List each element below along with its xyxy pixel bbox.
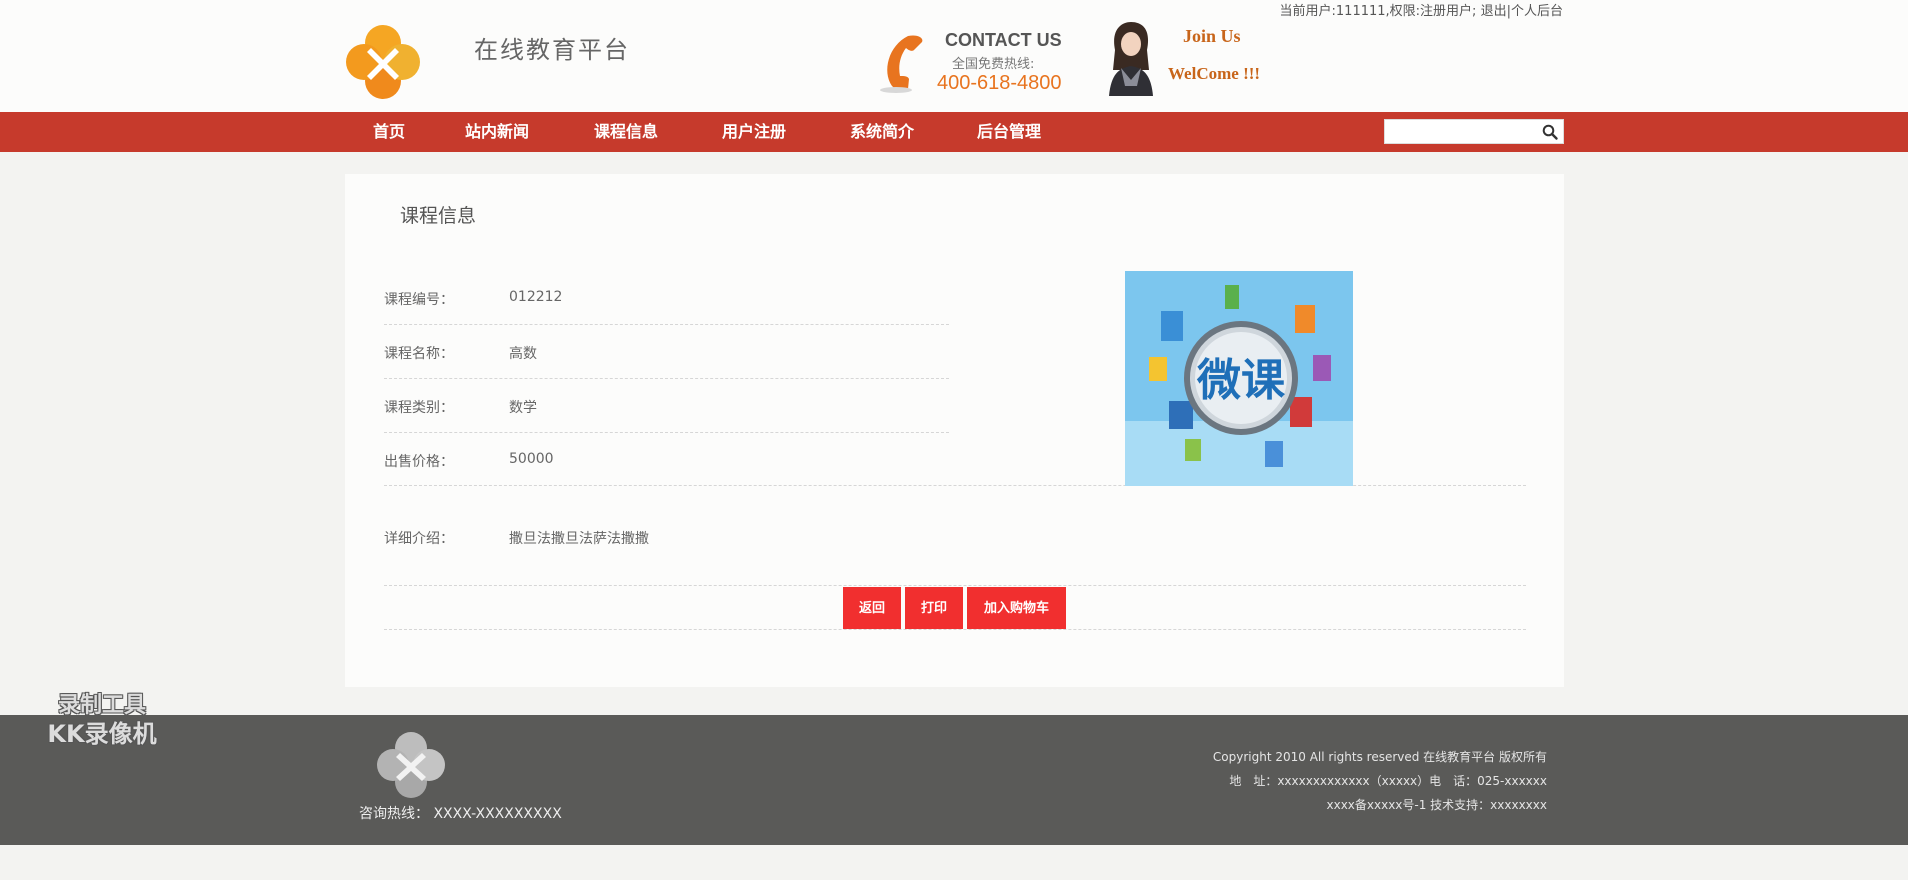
- divider: [384, 378, 949, 379]
- description-value: 撒旦法撒旦法萨法撒撒: [509, 531, 649, 547]
- search-input[interactable]: [1385, 120, 1533, 143]
- main-nav: 首页 站内新闻 课程信息 用户注册 系统简介 后台管理: [0, 112, 1908, 152]
- contact-phone: 400-618-4800: [937, 72, 1062, 94]
- course-image: 微课: [1125, 271, 1353, 486]
- address-text: 地 址：xxxxxxxxxxxxx（xxxxx）电 话：025-xxxxxx: [1229, 774, 1547, 788]
- contact-subtitle: 全国免费热线:: [952, 57, 1035, 72]
- nav-item-courses[interactable]: 课程信息: [594, 112, 658, 152]
- site-footer: 咨询热线： XXXX-XXXXXXXXX Copyright 2010 All …: [0, 715, 1908, 845]
- price-value: 50000: [509, 451, 554, 467]
- course-category-label: 课程类别：: [384, 400, 454, 416]
- footer-logo: [377, 732, 445, 798]
- description-label: 详细介绍：: [384, 531, 454, 547]
- contact-title: CONTACT US: [945, 30, 1062, 50]
- contact-avatar: [1109, 22, 1153, 96]
- nav-item-admin[interactable]: 后台管理: [977, 112, 1041, 152]
- logout-link[interactable]: 退出: [1481, 4, 1507, 19]
- join-us-text: Join Us: [1183, 26, 1241, 46]
- hotline-label: 咨询热线：: [359, 806, 429, 822]
- course-detail-panel: 课程信息 课程编号： 012212 课程名称： 高数 课程类别： 数学 出售价格…: [345, 174, 1564, 687]
- nav-item-register[interactable]: 用户注册: [722, 112, 786, 152]
- nav-item-home[interactable]: 首页: [373, 112, 405, 152]
- hotline: 咨询热线： XXXX-XXXXXXXXX: [359, 803, 562, 823]
- print-button[interactable]: 打印: [905, 587, 963, 629]
- course-id-value: 012212: [509, 289, 563, 305]
- divider: [384, 629, 1526, 630]
- course-name-label: 课程名称：: [384, 346, 454, 362]
- divider: [384, 585, 1526, 586]
- add-to-cart-button[interactable]: 加入购物车: [967, 587, 1066, 629]
- recorder-watermark: 录制工具 KK录像机: [32, 692, 172, 748]
- price-label: 出售价格：: [384, 454, 454, 470]
- current-user-text: 当前用户:111111,权限:注册用户;: [1279, 4, 1477, 19]
- phone-icon: [880, 35, 923, 93]
- nav-item-about[interactable]: 系统简介: [850, 112, 914, 152]
- user-status-bar: 当前用户:111111,权限:注册用户; 退出|个人后台: [1280, 0, 1563, 19]
- search-icon[interactable]: [1541, 123, 1559, 141]
- course-image-text: 微课: [1196, 355, 1286, 406]
- hotline-value: XXXX-XXXXXXXXX: [433, 806, 562, 822]
- divider: [384, 432, 949, 433]
- divider: [384, 324, 949, 325]
- site-header: 当前用户:111111,权限:注册用户; 退出|个人后台 在线教育平台 CONT…: [0, 0, 1908, 112]
- course-category-value: 数学: [509, 400, 537, 416]
- welcome-text: WelCome !!!: [1168, 64, 1261, 83]
- site-title: 在线教育平台: [474, 36, 630, 64]
- search-box: [1384, 119, 1564, 144]
- nav-item-news[interactable]: 站内新闻: [465, 112, 529, 152]
- personal-admin-link[interactable]: 个人后台: [1511, 4, 1563, 19]
- site-logo[interactable]: [345, 24, 421, 100]
- copyright-text: Copyright 2010 All rights reserved 在线教育平…: [1212, 750, 1547, 764]
- divider: [384, 485, 1526, 486]
- back-button[interactable]: 返回: [843, 587, 901, 629]
- icp-text: xxxx备xxxxx号-1 技术支持：xxxxxxxx: [1326, 798, 1547, 812]
- section-title: 课程信息: [400, 205, 477, 227]
- course-id-label: 课程编号：: [384, 292, 454, 308]
- watermark-line2: KK录像机: [47, 720, 157, 748]
- course-name-value: 高数: [509, 346, 537, 362]
- watermark-line1: 录制工具: [57, 693, 146, 718]
